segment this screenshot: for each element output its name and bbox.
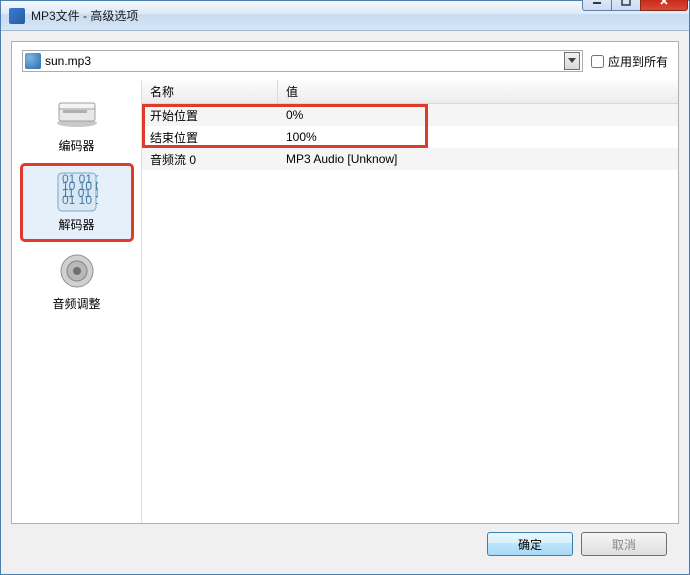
property-row[interactable]: 音频流 0 MP3 Audio [Unknow] [142,148,678,170]
main-split: 编码器 01 01 10 01 10 10 10 01 00 01 11 01 … [12,80,678,523]
window-controls [583,0,689,11]
apply-all-label: 应用到所有 [608,53,668,70]
header-value[interactable]: 值 [278,83,306,100]
property-name: 结束位置 [142,129,278,146]
minimize-button[interactable] [582,0,612,11]
property-value: 0% [278,108,311,122]
ok-label: 确定 [518,536,542,553]
property-row[interactable]: 结束位置 100% [142,126,678,148]
svg-text:01 10 10 01 01: 01 10 10 01 01 [62,193,98,207]
content-panel: sun.mp3 应用到所有 [11,41,679,524]
cancel-label: 取消 [612,536,636,553]
property-value: MP3 Audio [Unknow] [278,152,405,166]
property-name: 开始位置 [142,107,278,124]
maximize-button[interactable] [611,0,641,11]
properties-rows: 开始位置 0% 结束位置 100% 音频流 0 MP3 Audio [Unkno… [142,104,678,170]
file-dropdown[interactable]: sun.mp3 [22,50,583,72]
apply-all-input[interactable] [591,55,604,68]
sidebar-item-label: 音频调整 [27,295,127,312]
sidebar-item-audio-adjust[interactable]: 音频调整 [22,244,132,319]
button-row: 确定 取消 [11,524,679,564]
dropdown-arrow-icon[interactable] [564,52,580,70]
encoder-icon [53,93,101,133]
close-button[interactable] [640,0,688,11]
app-icon [9,8,25,24]
file-icon [25,53,41,69]
ok-button[interactable]: 确定 [487,532,573,556]
sidebar: 编码器 01 01 10 01 10 10 10 01 00 01 11 01 … [12,80,142,523]
header-name[interactable]: 名称 [142,80,278,103]
decoder-icon: 01 01 10 01 10 10 10 01 00 01 11 01 10 0… [53,172,101,212]
sidebar-item-decoder[interactable]: 01 01 10 01 10 10 10 01 00 01 11 01 10 0… [22,165,132,240]
top-row: sun.mp3 应用到所有 [12,42,678,80]
apply-all-checkbox[interactable]: 应用到所有 [591,53,668,70]
file-name: sun.mp3 [45,54,564,68]
properties-header: 名称 值 [142,80,678,104]
speaker-icon [53,251,101,291]
dialog-body: sun.mp3 应用到所有 [1,31,689,574]
window-title: MP3文件 - 高级选项 [31,7,583,24]
cancel-button[interactable]: 取消 [581,532,667,556]
sidebar-item-label: 编码器 [27,137,127,154]
property-value: 100% [278,130,325,144]
property-name: 音频流 0 [142,151,278,168]
titlebar[interactable]: MP3文件 - 高级选项 [1,1,689,31]
sidebar-item-label: 解码器 [27,216,127,233]
sidebar-item-encoder[interactable]: 编码器 [22,86,132,161]
dialog-window: MP3文件 - 高级选项 sun.mp3 [0,0,690,575]
property-row[interactable]: 开始位置 0% [142,104,678,126]
properties-area: 名称 值 开始位置 0% 结束位置 100% 音频流 0 [142,80,678,523]
